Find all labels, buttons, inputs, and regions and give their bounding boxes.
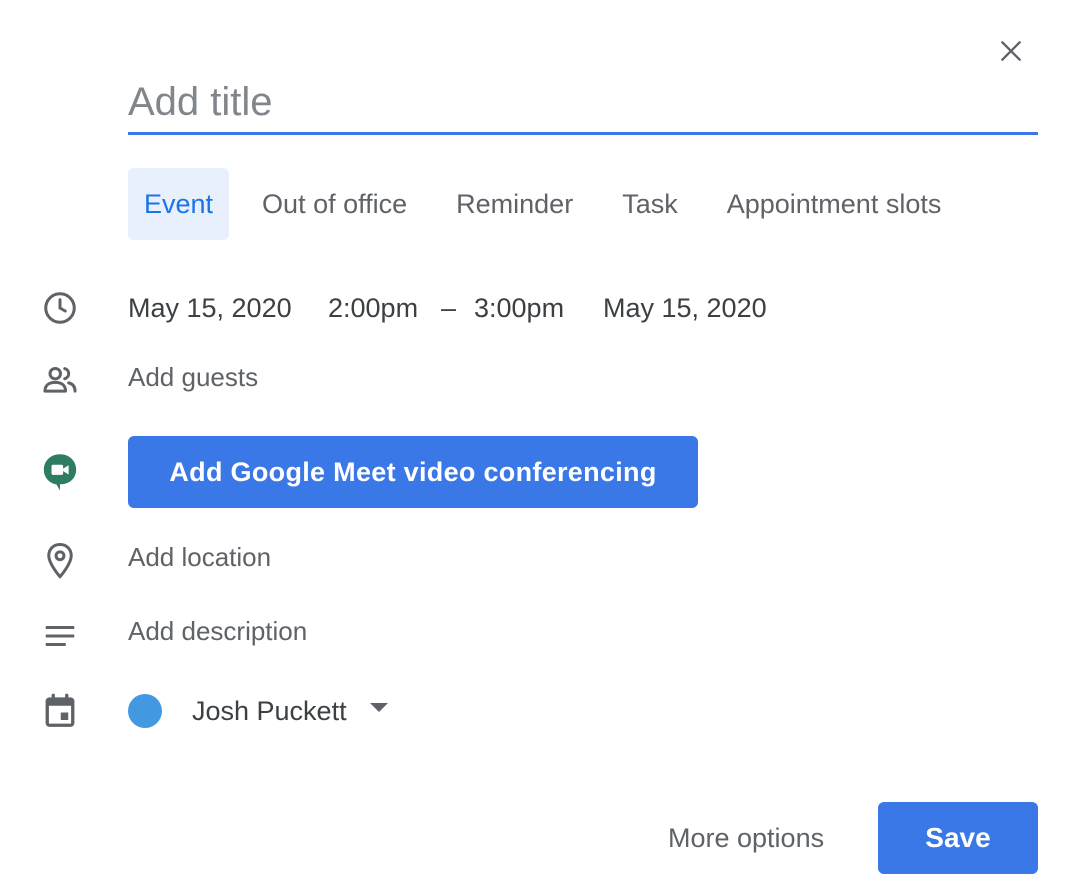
close-icon	[1001, 41, 1021, 61]
calendar-color-dot	[128, 694, 162, 728]
description-input[interactable]: Add description	[128, 616, 307, 647]
calendar-selector[interactable]: Josh Puckett	[192, 691, 347, 731]
google-meet-icon	[40, 452, 80, 492]
end-time[interactable]: 3:00pm	[474, 288, 564, 328]
description-icon	[40, 616, 80, 656]
title-input[interactable]	[128, 72, 1038, 135]
calendar-icon	[40, 691, 80, 731]
clock-icon	[40, 288, 80, 328]
event-dialog: Event Out of office Reminder Task Appoin…	[0, 0, 1066, 884]
close-button[interactable]	[990, 30, 1032, 72]
tab-task[interactable]: Task	[606, 168, 694, 240]
tab-appointment-slots[interactable]: Appointment slots	[711, 168, 958, 240]
start-time[interactable]: 2:00pm	[328, 288, 418, 328]
start-date[interactable]: May 15, 2020	[128, 288, 292, 328]
event-type-tabs: Event Out of office Reminder Task Appoin…	[128, 168, 974, 240]
time-separator: –	[441, 293, 457, 323]
tab-event[interactable]: Event	[128, 168, 230, 240]
more-options-button[interactable]: More options	[668, 818, 824, 858]
location-input[interactable]: Add location	[128, 542, 271, 573]
people-icon	[40, 360, 80, 400]
add-google-meet-button[interactable]: Add Google Meet video conferencing	[128, 436, 698, 508]
location-pin-icon	[40, 541, 80, 581]
dropdown-caret-icon[interactable]	[370, 703, 388, 712]
save-button[interactable]: Save	[878, 802, 1038, 874]
tab-out-of-office[interactable]: Out of office	[246, 168, 423, 240]
guests-input[interactable]: Add guests	[128, 362, 258, 393]
tab-reminder[interactable]: Reminder	[440, 168, 589, 240]
end-date[interactable]: May 15, 2020	[603, 288, 767, 328]
